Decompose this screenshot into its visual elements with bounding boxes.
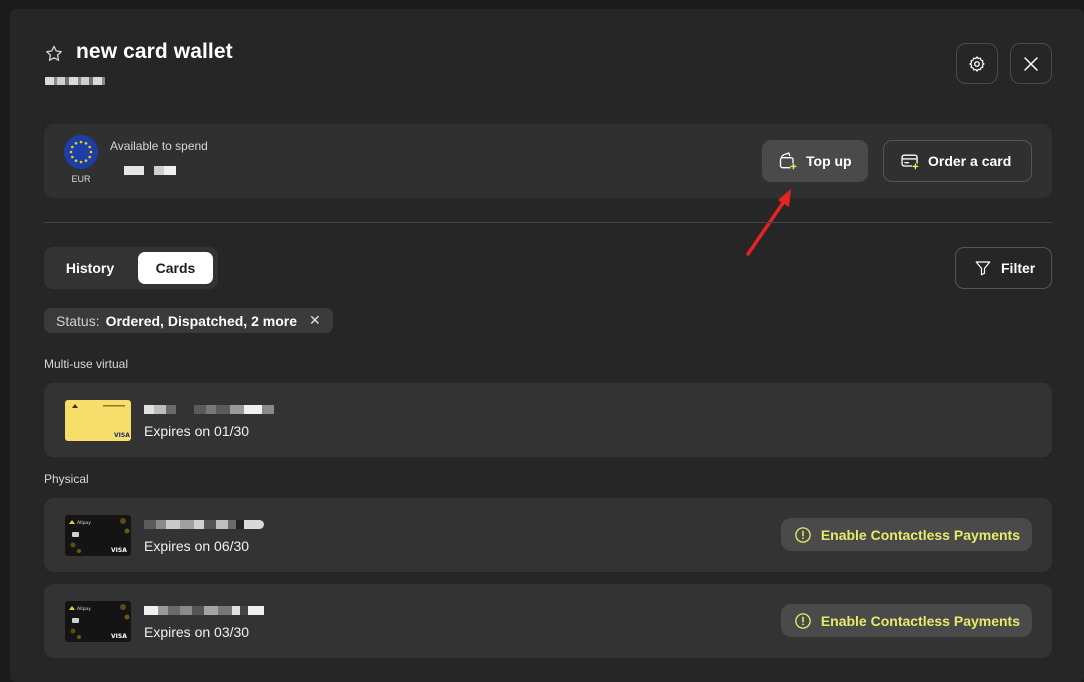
available-label: Available to spend	[110, 139, 208, 153]
status-filter-value: Ordered, Dispatched, 2 more	[105, 312, 297, 329]
balance-card: EUR Available to spend Top up Order a ca…	[44, 124, 1052, 198]
svg-text:Allpay: Allpay	[77, 606, 91, 612]
card-name-masked	[144, 520, 264, 529]
svg-text:VISA: VISA	[111, 633, 127, 640]
section-divider	[44, 222, 1052, 223]
top-up-label: Top up	[806, 153, 852, 169]
card-expiry: Expires on 06/30	[144, 538, 250, 554]
section-physical-label: Physical	[44, 472, 89, 486]
balance-amount-masked	[124, 166, 176, 175]
card-expiry: Expires on 01/30	[144, 423, 250, 439]
enable-contactless-button[interactable]: Enable Contactless Payments	[780, 518, 1032, 551]
svg-text:VISA: VISA	[111, 547, 127, 554]
currency-code: EUR	[71, 174, 91, 184]
order-card-label: Order a card	[928, 153, 1012, 169]
filter-button[interactable]: Filter	[955, 247, 1052, 289]
card-row-physical[interactable]: Allpay VISA Expires on 03/30 Enable Cont…	[44, 584, 1052, 658]
enable-contactless-button[interactable]: Enable Contactless Payments	[780, 604, 1032, 637]
filter-label: Filter	[1001, 260, 1036, 276]
top-up-button[interactable]: Top up	[762, 140, 868, 182]
wallet-id-masked	[45, 77, 105, 85]
close-icon	[1024, 56, 1038, 71]
remove-filter-icon[interactable]: ✕	[309, 312, 321, 329]
filter-icon	[975, 261, 991, 276]
card-add-icon	[901, 154, 919, 170]
view-tabs: History Cards	[44, 247, 218, 289]
page-title: new card wallet	[76, 40, 233, 63]
card-expiry: Expires on 03/30	[144, 624, 250, 640]
enable-contactless-label: Enable Contactless Payments	[820, 612, 1020, 629]
physical-card-thumbnail: Allpay VISA	[65, 515, 131, 556]
card-name-masked	[144, 405, 274, 414]
card-name-masked	[144, 606, 264, 615]
order-card-button[interactable]: Order a card	[883, 140, 1032, 182]
physical-card-thumbnail: Allpay VISA	[65, 601, 131, 642]
card-row-virtual[interactable]: VISA Expires on 01/30	[44, 383, 1052, 457]
virtual-card-thumbnail: VISA	[65, 400, 131, 441]
warning-circle-icon	[795, 612, 811, 629]
svg-text:Allpay: Allpay	[77, 520, 91, 526]
annotation-arrow-icon	[746, 189, 791, 256]
svg-text:VISA: VISA	[114, 432, 130, 439]
wallet-panel	[10, 9, 1084, 682]
close-button[interactable]	[1010, 43, 1052, 84]
card-row-physical[interactable]: Allpay VISA Expires on 06/30 Enable Cont…	[44, 498, 1052, 572]
enable-contactless-label: Enable Contactless Payments	[820, 526, 1020, 543]
status-filter-chip[interactable]: Status: Ordered, Dispatched, 2 more ✕	[44, 308, 333, 333]
tab-history[interactable]: History	[50, 252, 130, 284]
warning-circle-icon	[795, 526, 811, 543]
eu-flag-icon	[64, 135, 98, 169]
settings-button[interactable]	[956, 43, 998, 84]
star-icon[interactable]	[44, 44, 64, 64]
section-virtual-label: Multi-use virtual	[44, 357, 129, 371]
gear-icon	[969, 55, 985, 72]
tab-cards[interactable]: Cards	[138, 252, 213, 284]
status-filter-label: Status:	[56, 312, 100, 329]
wallet-add-icon	[779, 152, 797, 170]
